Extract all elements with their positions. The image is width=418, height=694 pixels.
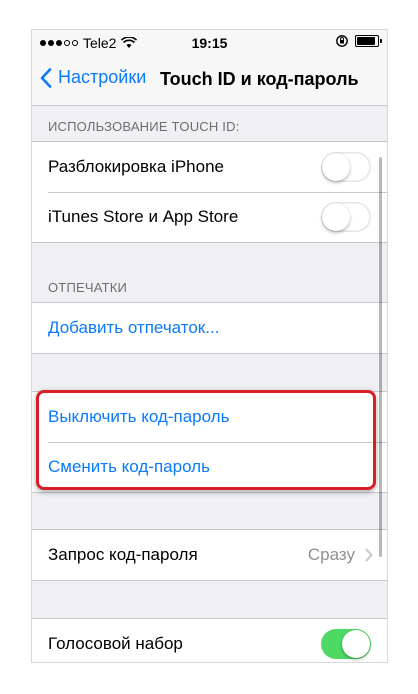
passcode-group: Выключить код-пароль Сменить код-пароль <box>32 391 387 493</box>
voice-dial-label: Голосовой набор <box>48 634 183 653</box>
row-label: Разблокировка iPhone <box>48 157 224 176</box>
toggle-knob <box>322 153 350 181</box>
status-bar: Tele2 19:15 <box>32 30 387 55</box>
section-header-touch-id: ИСПОЛЬЗОВАНИЕ TOUCH ID: <box>48 119 240 134</box>
row-itunes-app-store: iTunes Store и App Store <box>32 192 387 242</box>
navigation-bar: Настройки Touch ID и код-пароль <box>32 55 387 106</box>
battery-icon <box>355 35 382 47</box>
page-title: Touch ID и код-пароль <box>160 69 359 89</box>
change-passcode-button[interactable]: Сменить код-пароль <box>32 442 387 492</box>
chevron-right-icon <box>365 548 373 562</box>
orientation-lock-icon <box>336 35 348 47</box>
fingerprints-group: Добавить отпечаток... <box>32 302 387 354</box>
back-button[interactable]: Настройки <box>40 67 146 88</box>
change-passcode-label: Сменить код-пароль <box>48 457 210 476</box>
add-fingerprint-button[interactable]: Добавить отпечаток... <box>32 303 387 353</box>
voice-dial-row: Голосовой набор <box>32 619 387 662</box>
turn-off-passcode-button[interactable]: Выключить код-пароль <box>32 392 387 442</box>
voice-dial-toggle[interactable] <box>321 629 371 659</box>
require-passcode-value: Сразу <box>307 545 355 564</box>
touch-id-group: Разблокировка iPhone iTunes Store и App … <box>32 141 387 243</box>
turn-off-passcode-label: Выключить код-пароль <box>48 407 230 426</box>
phone-screen: Tele2 19:15 Настройки Touch ID и код-пар… <box>32 30 387 662</box>
add-fingerprint-label: Добавить отпечаток... <box>48 318 220 337</box>
row-unlock-iphone: Разблокировка iPhone <box>32 142 387 192</box>
scroll-indicator[interactable] <box>379 157 382 557</box>
row-label: iTunes Store и App Store <box>48 207 239 226</box>
require-passcode-row[interactable]: Запрос код-пароля Сразу <box>32 530 387 580</box>
status-time: 19:15 <box>191 35 228 51</box>
unlock-iphone-toggle[interactable] <box>321 152 371 182</box>
require-passcode-group: Запрос код-пароля Сразу <box>32 529 387 581</box>
itunes-app-store-toggle[interactable] <box>321 202 371 232</box>
toggle-knob <box>342 630 370 658</box>
require-passcode-label: Запрос код-пароля <box>48 545 198 564</box>
chevron-left-icon <box>40 67 52 88</box>
voice-dial-group: Голосовой набор <box>32 618 387 662</box>
section-header-fingerprints: ОТПЕЧАТКИ <box>48 280 128 295</box>
back-button-label: Настройки <box>58 67 147 87</box>
toggle-knob <box>322 203 350 231</box>
